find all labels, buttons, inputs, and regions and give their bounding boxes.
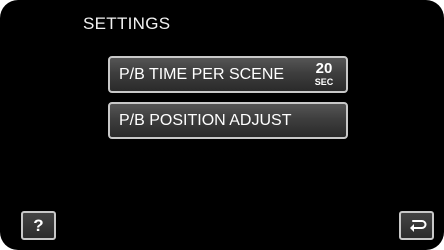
pb-position-adjust-button[interactable]: P/B POSITION ADJUST — [108, 102, 348, 139]
pb-time-per-scene-label: P/B TIME PER SCENE — [119, 65, 285, 83]
current-value-number: 20 — [315, 60, 333, 77]
return-arrow-icon — [409, 219, 426, 232]
question-mark-icon: ? — [33, 215, 44, 235]
current-value-unit: SEC — [314, 77, 334, 87]
back-button[interactable] — [399, 211, 434, 240]
current-value-badge: 20 SEC — [309, 61, 339, 87]
help-button[interactable]: ? — [21, 211, 56, 240]
pb-time-per-scene-button[interactable]: P/B TIME PER SCENE 20 SEC — [108, 56, 348, 93]
pb-position-adjust-label: P/B POSITION ADJUST — [119, 111, 292, 129]
camera-settings-screen: SETTINGS P/B TIME PER SCENE 20 SEC P/B P… — [0, 0, 444, 250]
page-title: SETTINGS — [83, 14, 171, 33]
